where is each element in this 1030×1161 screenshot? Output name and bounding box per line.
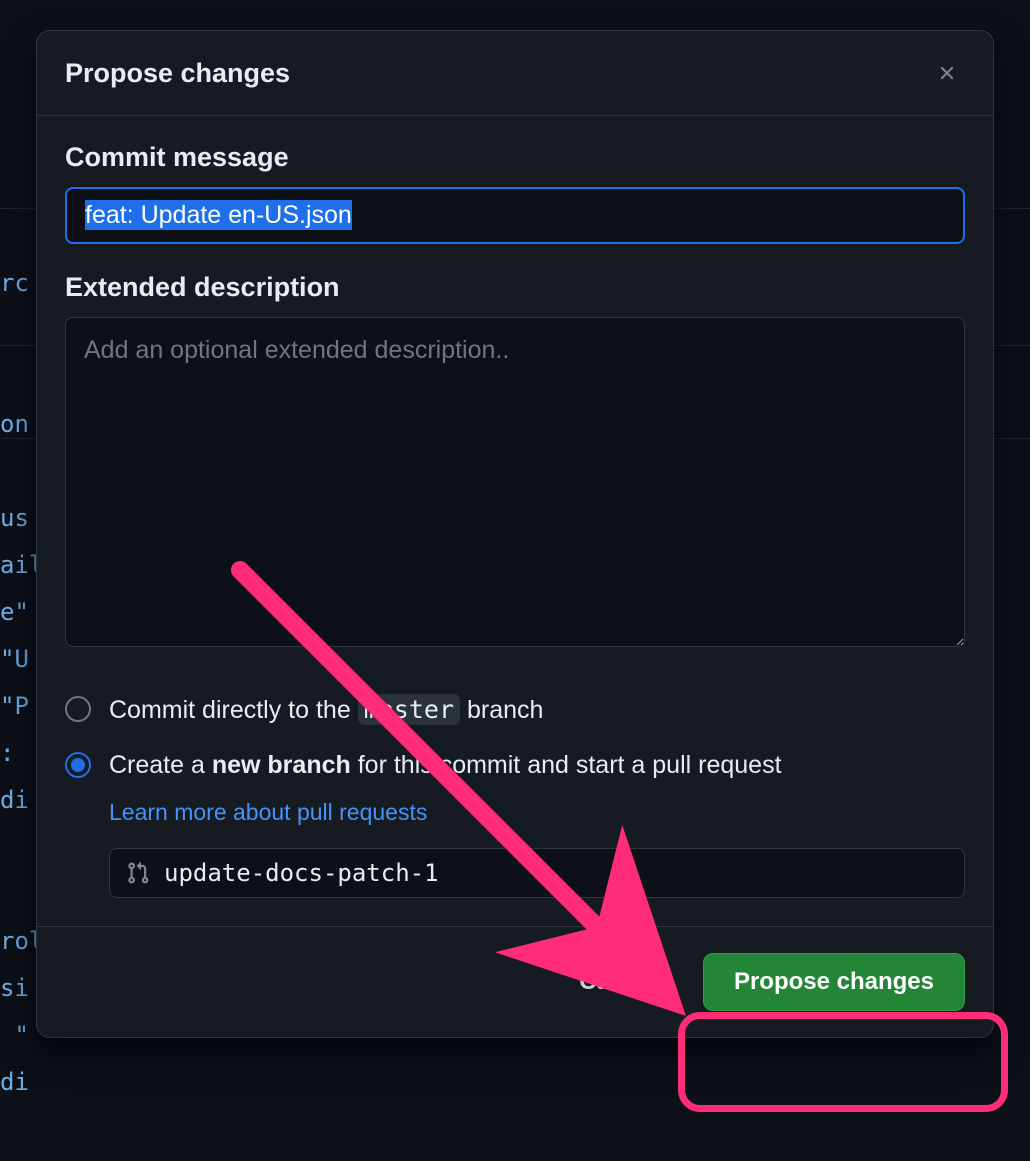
radio-unchecked-icon: [65, 696, 91, 722]
propose-changes-button[interactable]: Propose changes: [703, 953, 965, 1011]
commit-new-branch-label: Create a new branch for this commit and …: [109, 748, 782, 783]
commit-target-radiogroup: Commit directly to the master branch Cre…: [65, 682, 965, 898]
dialog-footer: Cancel Propose changes: [37, 926, 993, 1037]
learn-more-link[interactable]: Learn more about pull requests: [109, 799, 427, 826]
commit-new-branch-option[interactable]: Create a new branch for this commit and …: [65, 738, 965, 793]
extended-description-field: Extended description: [65, 272, 965, 652]
extended-description-textarea[interactable]: [65, 317, 965, 647]
commit-message-value: feat: Update en-US.json: [85, 200, 352, 230]
close-button[interactable]: [929, 55, 965, 91]
commit-message-field: Commit message feat: Update en-US.json: [65, 142, 965, 244]
close-icon: [936, 62, 958, 84]
extended-description-label: Extended description: [65, 272, 965, 303]
commit-message-label: Commit message: [65, 142, 965, 173]
commit-message-input[interactable]: feat: Update en-US.json: [65, 187, 965, 244]
cancel-button[interactable]: Cancel: [552, 953, 685, 1011]
dialog-header: Propose changes: [37, 31, 993, 116]
git-pull-request-icon: [126, 861, 150, 885]
commit-direct-label: Commit directly to the master branch: [109, 692, 543, 728]
radio-checked-icon: [65, 752, 91, 778]
dialog-body: Commit message feat: Update en-US.json E…: [37, 116, 993, 926]
commit-direct-option[interactable]: Commit directly to the master branch: [65, 682, 965, 738]
dialog-title: Propose changes: [65, 58, 290, 89]
branch-name-code: master: [358, 694, 460, 725]
propose-changes-dialog: Propose changes Commit message feat: Upd…: [36, 30, 994, 1038]
branch-name-field[interactable]: [109, 848, 965, 898]
branch-name-input[interactable]: [164, 859, 948, 887]
